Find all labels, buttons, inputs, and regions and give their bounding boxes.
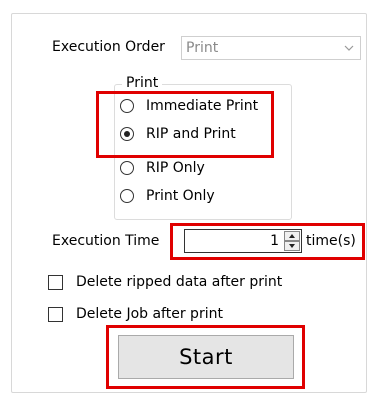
checkbox[interactable]	[48, 307, 63, 322]
execution-order-select[interactable]: Print	[181, 36, 361, 60]
radio-label: RIP Only	[146, 160, 205, 176]
execution-order-label: Execution Order	[52, 39, 165, 55]
checkbox-label: Delete ripped data after print	[76, 274, 283, 290]
radio-label: Print Only	[146, 188, 215, 204]
highlight-box-start	[106, 325, 305, 389]
radio-button[interactable]	[120, 189, 134, 203]
execution-order-value: Print	[186, 40, 219, 56]
checkbox[interactable]	[48, 275, 63, 290]
highlight-box-print-options	[96, 91, 274, 158]
checkbox-label: Delete Job after print	[76, 306, 223, 322]
highlight-box-execution-time	[170, 223, 365, 260]
print-group-title: Print	[122, 75, 163, 91]
chevron-down-icon	[344, 45, 354, 51]
execution-time-label: Execution Time	[52, 233, 160, 249]
radio-button[interactable]	[120, 161, 134, 175]
